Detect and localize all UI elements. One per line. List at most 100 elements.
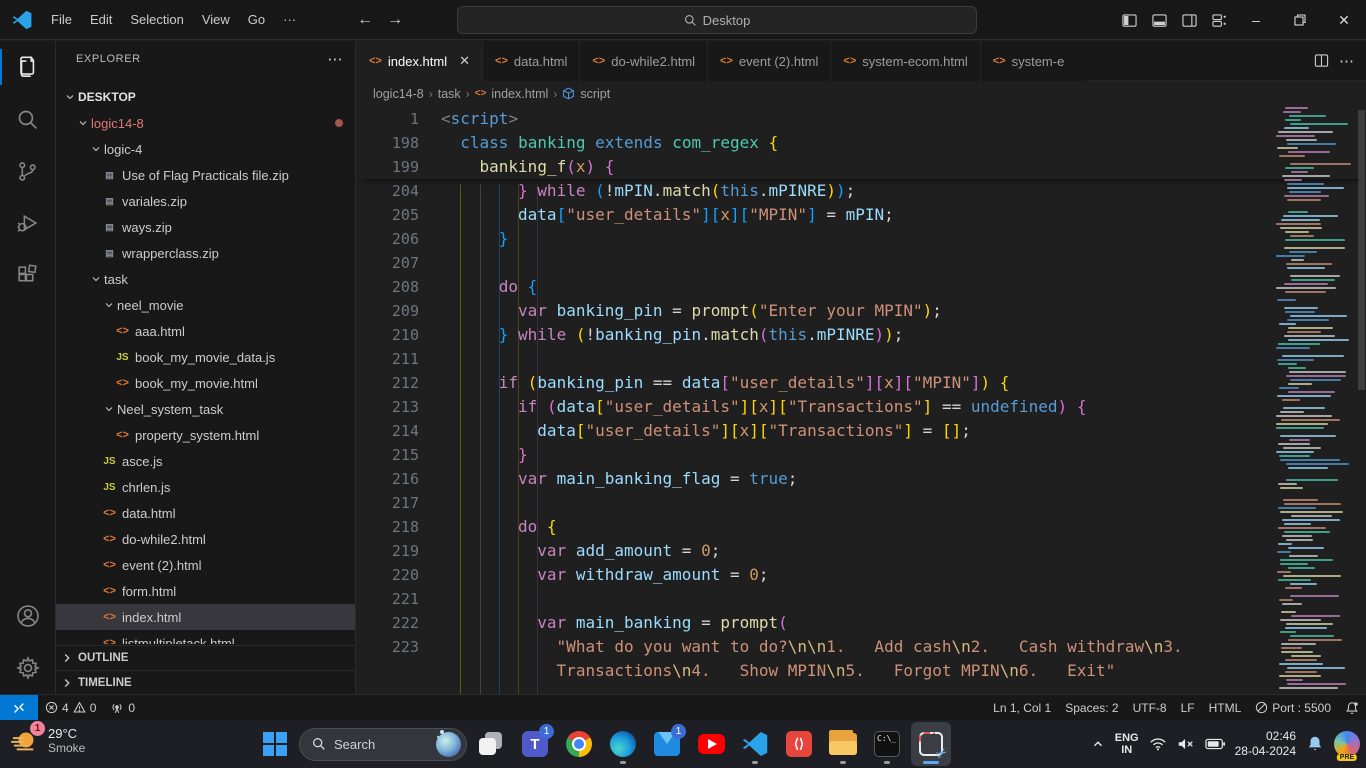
timeline-section-header[interactable]: TIMELINE xyxy=(56,670,355,694)
restore-button[interactable] xyxy=(1278,0,1322,40)
line-number[interactable] xyxy=(357,659,419,683)
line-number[interactable]: 209 xyxy=(357,299,419,323)
line-number[interactable]: 217 xyxy=(357,491,419,515)
code-line[interactable]: 218do { xyxy=(357,515,1366,539)
menu-item-[interactable]: ··· xyxy=(274,8,305,31)
tree-item-book-my-movie-html[interactable]: <>book_my_movie.html xyxy=(56,370,355,396)
edge-app-button[interactable] xyxy=(603,722,643,766)
line-number[interactable]: 198 xyxy=(357,131,419,155)
code-line[interactable]: 213if (data["user_details"][x]["Transact… xyxy=(357,395,1366,419)
code-line[interactable]: 204} while (!mPIN.match(this.mPINRE)); xyxy=(357,179,1366,203)
breadcrumb-item[interactable]: index.html xyxy=(491,87,548,101)
code-line[interactable]: 219var add_amount = 0; xyxy=(357,539,1366,563)
tree-item-index-html[interactable]: <>index.html xyxy=(56,604,355,630)
line-number[interactable]: 215 xyxy=(357,443,419,467)
tree-item-logic-4[interactable]: logic-4 xyxy=(56,136,355,162)
line-number[interactable]: 218 xyxy=(357,515,419,539)
editor-scrollbar[interactable] xyxy=(1358,110,1365,390)
breadcrumb[interactable]: logic14-8›task›<>index.html›script xyxy=(357,81,1366,106)
history-forward-button[interactable]: → xyxy=(387,11,403,29)
menu-item-view[interactable]: View xyxy=(193,8,239,31)
tree-item-property-system-html[interactable]: <>property_system.html xyxy=(56,422,355,448)
terminal-app-button[interactable]: C:\_ xyxy=(867,722,907,766)
tree-item-logic14-8[interactable]: logic14-8 xyxy=(56,110,355,136)
breadcrumb-item[interactable]: logic14-8 xyxy=(373,87,424,101)
tree-item-neel-movie[interactable]: neel_movie xyxy=(56,292,355,318)
code-editor[interactable]: 1<script>198class banking extends com_re… xyxy=(357,107,1366,694)
menu-item-file[interactable]: File xyxy=(42,8,81,31)
youtube-app-button[interactable] xyxy=(691,722,731,766)
code-line[interactable]: 206} xyxy=(357,227,1366,251)
source-control-icon[interactable] xyxy=(0,145,56,197)
sticky-scroll[interactable]: 1<script>198class banking extends com_re… xyxy=(357,107,1366,179)
menu-item-edit[interactable]: Edit xyxy=(81,8,121,31)
settings-gear-icon[interactable] xyxy=(0,642,56,694)
more-editor-actions-icon[interactable]: ⋯ xyxy=(1339,52,1354,70)
line-number[interactable]: 210 xyxy=(357,323,419,347)
line-number[interactable]: 214 xyxy=(357,419,419,443)
tree-item-ways-zip[interactable]: ▤ways.zip xyxy=(56,214,355,240)
minimize-button[interactable]: – xyxy=(1234,0,1278,40)
tree-item-task[interactable]: task xyxy=(56,266,355,292)
tree-item-aaa-html[interactable]: <>aaa.html xyxy=(56,318,355,344)
code-lines[interactable]: 204} while (!mPIN.match(this.mPINRE));20… xyxy=(357,179,1366,683)
extensions-icon[interactable] xyxy=(0,249,56,301)
breadcrumb-item[interactable]: script xyxy=(580,87,610,101)
line-number[interactable]: 221 xyxy=(357,587,419,611)
tree-item-variales-zip[interactable]: ▤variales.zip xyxy=(56,188,355,214)
line-number[interactable]: 205 xyxy=(357,203,419,227)
start-button[interactable] xyxy=(255,722,295,766)
tab-data-html[interactable]: <>data.html xyxy=(483,41,580,81)
code-line[interactable]: 217 xyxy=(357,491,1366,515)
taskbar-search[interactable]: Search xyxy=(299,728,467,761)
line-number[interactable]: 206 xyxy=(357,227,419,251)
customize-layout-icon[interactable] xyxy=(1204,0,1234,40)
breadcrumb-item[interactable]: task xyxy=(438,87,461,101)
line-number[interactable]: 212 xyxy=(357,371,419,395)
code-line[interactable]: 220var withdraw_amount = 0; xyxy=(357,563,1366,587)
tree-item-data-html[interactable]: <>data.html xyxy=(56,500,355,526)
code-line[interactable]: 205data["user_details"][x]["MPIN"] = mPI… xyxy=(357,203,1366,227)
battery-icon[interactable] xyxy=(1205,738,1225,750)
tab-do-while2-html[interactable]: <>do-while2.html xyxy=(580,41,708,81)
tab-index-html[interactable]: <>index.html✕ xyxy=(357,41,483,81)
vscode-app-button[interactable] xyxy=(735,722,775,766)
chrome-app-button[interactable] xyxy=(559,722,599,766)
tree-item-form-html[interactable]: <>form.html xyxy=(56,578,355,604)
mail-app-button[interactable]: 1 xyxy=(647,722,687,766)
code-line[interactable]: 221 xyxy=(357,587,1366,611)
encoding-setting[interactable]: UTF-8 xyxy=(1126,697,1174,719)
tree-item-Neel-system-task[interactable]: Neel_system_task xyxy=(56,396,355,422)
line-number[interactable]: 220 xyxy=(357,563,419,587)
weather-widget[interactable]: 1 29°C Smoke xyxy=(10,725,85,755)
language-indicator[interactable]: ENG IN xyxy=(1115,732,1139,756)
tree-item-asce-js[interactable]: JSasce.js xyxy=(56,448,355,474)
notifications-bell-icon[interactable] xyxy=(1338,697,1366,719)
line-number[interactable]: 213 xyxy=(357,395,419,419)
wifi-icon[interactable] xyxy=(1149,736,1167,752)
code-line[interactable]: 222var main_banking = prompt( xyxy=(357,611,1366,635)
live-server-port[interactable]: Port : 5500 xyxy=(1248,697,1338,719)
eol-setting[interactable]: LF xyxy=(1174,697,1202,719)
code-line[interactable]: Transactions\n4. Show MPIN\n5. Forgot MP… xyxy=(357,659,1366,683)
menu-item-selection[interactable]: Selection xyxy=(121,8,192,31)
code-line[interactable]: 210} while (!banking_pin.match(this.mPIN… xyxy=(357,323,1366,347)
line-number[interactable]: 207 xyxy=(357,251,419,275)
teams-app-button[interactable]: T1 xyxy=(515,722,555,766)
command-center-search[interactable]: Desktop xyxy=(457,6,977,34)
code-line[interactable]: 209var banking_pin = prompt("Enter your … xyxy=(357,299,1366,323)
explorer-icon[interactable] xyxy=(0,41,56,93)
split-editor-icon[interactable] xyxy=(1314,53,1329,68)
line-number[interactable]: 199 xyxy=(357,155,419,179)
line-number[interactable]: 204 xyxy=(357,179,419,203)
file-explorer-button[interactable] xyxy=(823,722,863,766)
problems-indicator[interactable]: 4 0 xyxy=(38,697,103,719)
menu-item-go[interactable]: Go xyxy=(239,8,274,31)
remote-indicator[interactable] xyxy=(0,695,38,721)
tree-item-Use-of-Flag-Practicals-file-zip[interactable]: ▤Use of Flag Practicals file.zip xyxy=(56,162,355,188)
code-line[interactable]: 199banking_f(x) { xyxy=(357,155,1366,179)
code-line[interactable]: 223"What do you want to do?\n\n1. Add ca… xyxy=(357,635,1366,659)
outline-section-header[interactable]: OUTLINE xyxy=(56,645,355,670)
code-line[interactable]: 216var main_banking_flag = true; xyxy=(357,467,1366,491)
toggle-secondary-sidebar-icon[interactable] xyxy=(1174,0,1204,40)
